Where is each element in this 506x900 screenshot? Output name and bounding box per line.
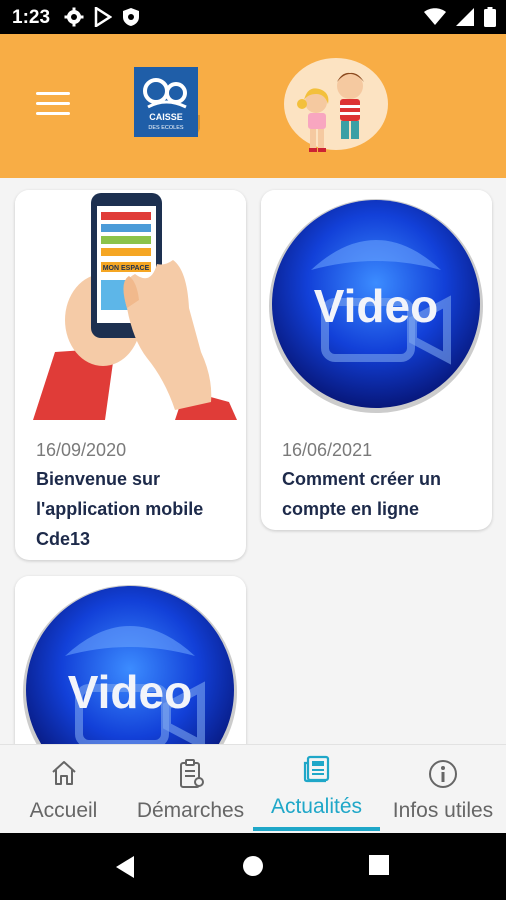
- kids-illustration: [284, 58, 388, 152]
- caisse-des-ecoles-logo[interactable]: CAISSE DES ECOLES: [134, 67, 200, 139]
- nav-label: Infos utiles: [392, 799, 494, 822]
- status-bar: 1:23: [0, 0, 506, 34]
- signal-icon: [456, 8, 474, 26]
- phone-hand-illustration: MON ESPACE: [15, 190, 246, 430]
- article-title: Bienvenue sur l'application mobile Cde13: [36, 469, 204, 549]
- nav-accueil[interactable]: Accueil: [0, 745, 127, 834]
- back-icon[interactable]: [114, 855, 136, 879]
- video-badge: Video: [15, 576, 246, 744]
- hamburger-line: [36, 102, 70, 105]
- status-time: 1:23: [12, 7, 51, 28]
- video-label: Video: [314, 280, 438, 332]
- hamburger-line: [36, 112, 70, 115]
- mon-espace-label: MON ESPACE: [103, 265, 150, 272]
- article-date: 16/09/2020: [36, 440, 127, 460]
- wifi-icon: [424, 8, 446, 25]
- article-title: Comment créer un compte en ligne: [282, 469, 442, 519]
- news-icon: [303, 755, 329, 783]
- battery-icon: [484, 7, 496, 27]
- bottom-navigation: Accueil Démarches Actualités Infos utile…: [0, 744, 506, 833]
- shield-icon: [123, 8, 139, 26]
- logo-text: CAISSE: [149, 112, 183, 122]
- article-date: 16/06/2021: [282, 440, 373, 460]
- nav-label: Démarches: [136, 799, 245, 822]
- news-feed: MON ESPACE 16/09/2020 Bienvenue sur l'ap…: [0, 178, 506, 744]
- system-navigation-bar: [0, 833, 506, 900]
- video-label: Video: [68, 666, 192, 718]
- clipboard-icon: [179, 759, 204, 788]
- news-card[interactable]: Video: [15, 576, 246, 744]
- hamburger-icon: [36, 92, 70, 95]
- active-tab-indicator: [253, 827, 380, 831]
- video-badge: Video: [261, 190, 492, 430]
- nav-label: Accueil: [29, 799, 98, 822]
- logo-subtext: DES ECOLES: [148, 125, 183, 131]
- nav-actualites[interactable]: Actualités: [253, 745, 380, 834]
- recents-icon[interactable]: [369, 855, 389, 875]
- nav-demarches[interactable]: Démarches: [127, 745, 254, 834]
- news-card[interactable]: Video 16/06/2021 Comment créer un compte…: [261, 190, 492, 530]
- menu-button[interactable]: [36, 92, 76, 122]
- gear-icon: [64, 7, 84, 27]
- home-icon: [51, 761, 76, 785]
- home-button-icon[interactable]: [242, 855, 264, 877]
- app-header: CAISSE DES ECOLES: [0, 34, 506, 178]
- nav-label: Actualités: [270, 795, 363, 818]
- news-card[interactable]: MON ESPACE 16/09/2020 Bienvenue sur l'ap…: [15, 190, 246, 560]
- nav-infos-utiles[interactable]: Infos utiles: [380, 745, 506, 834]
- play-store-icon: [94, 7, 112, 27]
- info-icon: [429, 760, 457, 788]
